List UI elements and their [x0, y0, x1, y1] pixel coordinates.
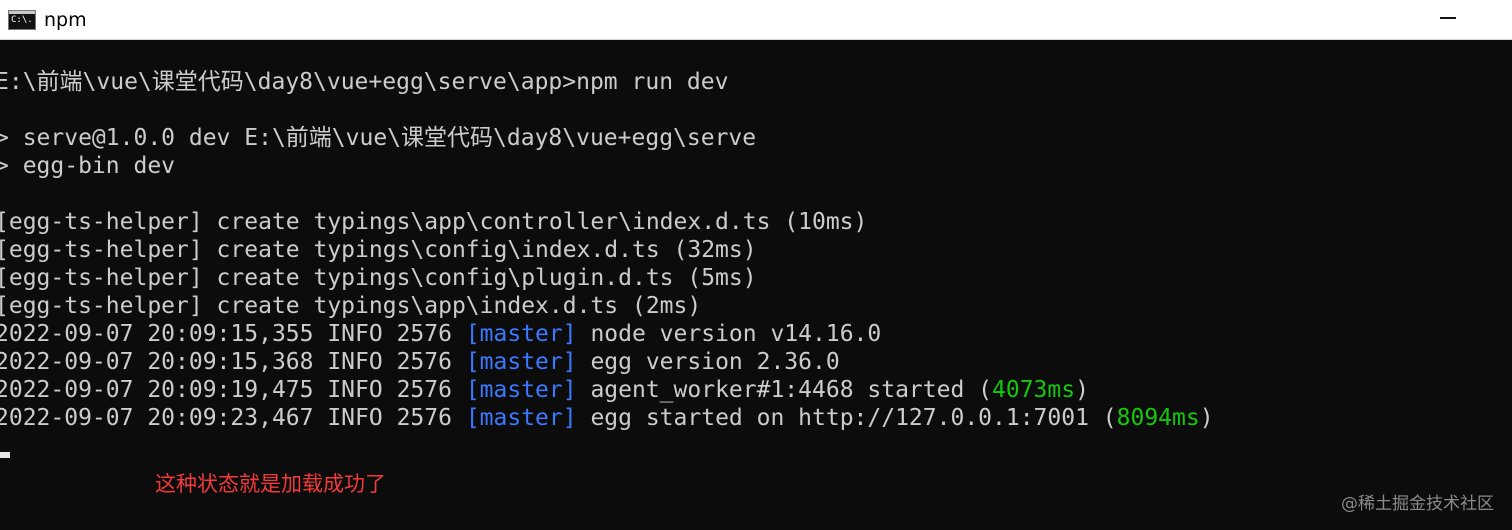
log-line: 2022-09-07 20:09:23,467 INFO 2576 [maste…: [0, 404, 1214, 432]
window-title: npm: [44, 8, 87, 31]
console-line: E:\前端\vue\课堂代码\day8\vue+egg\serve\app>np…: [0, 69, 729, 95]
console-line: [egg-ts-helper] create typings\config\pl…: [0, 265, 757, 291]
console-line: [egg-ts-helper] create typings\app\contr…: [0, 209, 868, 235]
log-prefix: 2022-09-07 20:09:15,355 INFO 2576: [0, 321, 466, 347]
log-line: 2022-09-07 20:09:15,355 INFO 2576 [maste…: [0, 320, 881, 348]
log-duration: 4073ms: [992, 377, 1076, 403]
log-duration: 8094ms: [1116, 405, 1200, 431]
watermark: @稀土掘金技术社区: [1341, 494, 1494, 514]
log-message: egg started on http://127.0.0.1:7001 (: [576, 405, 1117, 431]
console-line: [egg-ts-helper] create typings\app\index…: [0, 293, 702, 319]
master-tag: [master]: [465, 405, 577, 431]
minimize-icon[interactable]: [1438, 8, 1460, 28]
log-prefix: 2022-09-07 20:09:19,475 INFO 2576: [0, 377, 466, 403]
console-output[interactable]: E:\前端\vue\课堂代码\day8\vue+egg\serve\app>np…: [0, 40, 1512, 530]
console-app-icon: C:\.: [8, 9, 36, 30]
console-line: > egg-bin dev: [0, 153, 176, 179]
annotation-text: 这种状态就是加载成功了: [155, 472, 386, 496]
log-message: node version v14.16.0: [576, 321, 882, 347]
log-prefix: 2022-09-07 20:09:15,368 INFO 2576: [0, 349, 466, 375]
master-tag: [master]: [465, 377, 577, 403]
master-tag: [master]: [465, 321, 577, 347]
log-line: 2022-09-07 20:09:19,475 INFO 2576 [maste…: [0, 376, 1089, 404]
log-line: 2022-09-07 20:09:15,368 INFO 2576 [maste…: [0, 348, 840, 376]
console-line: [egg-ts-helper] create typings\config\in…: [0, 237, 757, 263]
log-prefix: 2022-09-07 20:09:23,467 INFO 2576: [0, 405, 466, 431]
log-suffix: ): [1199, 405, 1214, 431]
log-message: egg version 2.36.0: [576, 349, 840, 375]
text-cursor: [0, 452, 10, 458]
master-tag: [master]: [465, 349, 577, 375]
console-line: > serve@1.0.0 dev E:\前端\vue\课堂代码\day8\vu…: [0, 125, 757, 151]
window-titlebar: C:\. npm: [0, 0, 1512, 40]
log-suffix: ): [1075, 377, 1089, 403]
log-message: agent_worker#1:4468 started (: [576, 377, 993, 403]
